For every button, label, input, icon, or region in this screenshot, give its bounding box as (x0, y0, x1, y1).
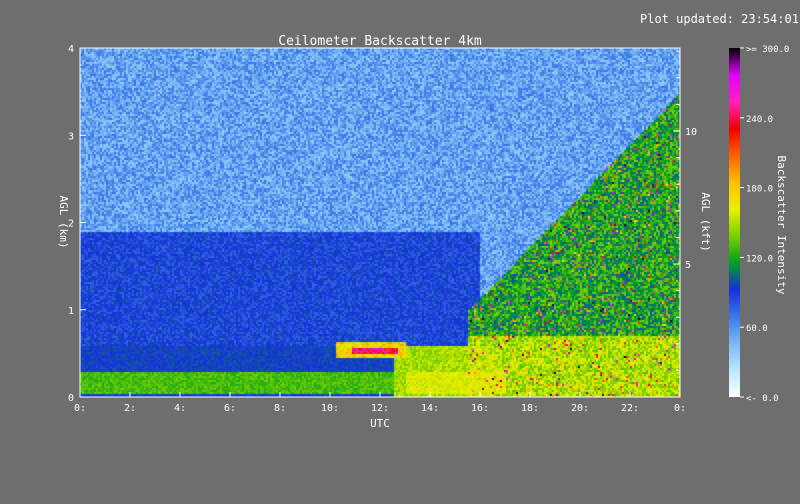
colorbar-label: Backscatter Intensity (775, 155, 788, 294)
x-tick-label: 22: (621, 403, 639, 414)
x-tick-label: 12: (371, 403, 389, 414)
plot-updated-time: 23:54:01 (741, 12, 799, 26)
x-tick-label: 4: (174, 403, 186, 414)
y-axis-label: AGL (km) (57, 196, 70, 249)
colorbar-tick-label: 120.0 (746, 254, 773, 264)
y-tick-label: 3 (68, 131, 74, 142)
chart-title: Ceilometer Backscatter 4km (278, 34, 482, 49)
colorbar-tick-label: 60.0 (746, 324, 768, 334)
x-tick-label: 16: (471, 403, 489, 414)
plot-area (80, 48, 680, 397)
plot-updated-prefix: Plot updated: (640, 12, 734, 26)
colorbar-tick-label: 240.0 (746, 115, 773, 125)
x-tick-label: 6: (224, 403, 236, 414)
plot-updated-label: Plot updated: 23:54:01 (640, 12, 799, 26)
heatmap-raster (80, 48, 680, 397)
x-tick-label: 18: (521, 403, 539, 414)
y2-tick-label: 10 (685, 127, 697, 138)
x-tick-label: 10: (321, 403, 339, 414)
chart-root: Plot updated: 23:54:01 Ceilometer Backsc… (0, 0, 800, 500)
y2-axis-label: AGL (kft) (699, 192, 712, 252)
y-tick-label: 4 (68, 44, 74, 55)
x-tick-label: 0: (74, 403, 86, 414)
y-tick-label: 0 (68, 393, 74, 404)
backscatter-chart: Ceilometer Backscatter 4km 0: 2: 4: 6: 8: 10:… (57, 34, 789, 430)
y2-tick-label: 5 (685, 260, 691, 271)
x-tick-label: 8: (274, 403, 286, 414)
colorbar-tick-label: <- 0.0 (746, 394, 779, 404)
x-axis-label: UTC (370, 417, 390, 430)
x-tick-label: 2: (124, 403, 136, 414)
colorbar-tick-label: >= 300.0 (746, 45, 789, 55)
x-tick-label: 0: (674, 403, 686, 414)
colorbar-gradient (729, 48, 740, 397)
y-tick-label: 1 (68, 306, 74, 317)
x-tick-label: 14: (421, 403, 439, 414)
x-tick-label: 20: (571, 403, 589, 414)
colorbar-tick-label: 180.0 (746, 185, 773, 195)
